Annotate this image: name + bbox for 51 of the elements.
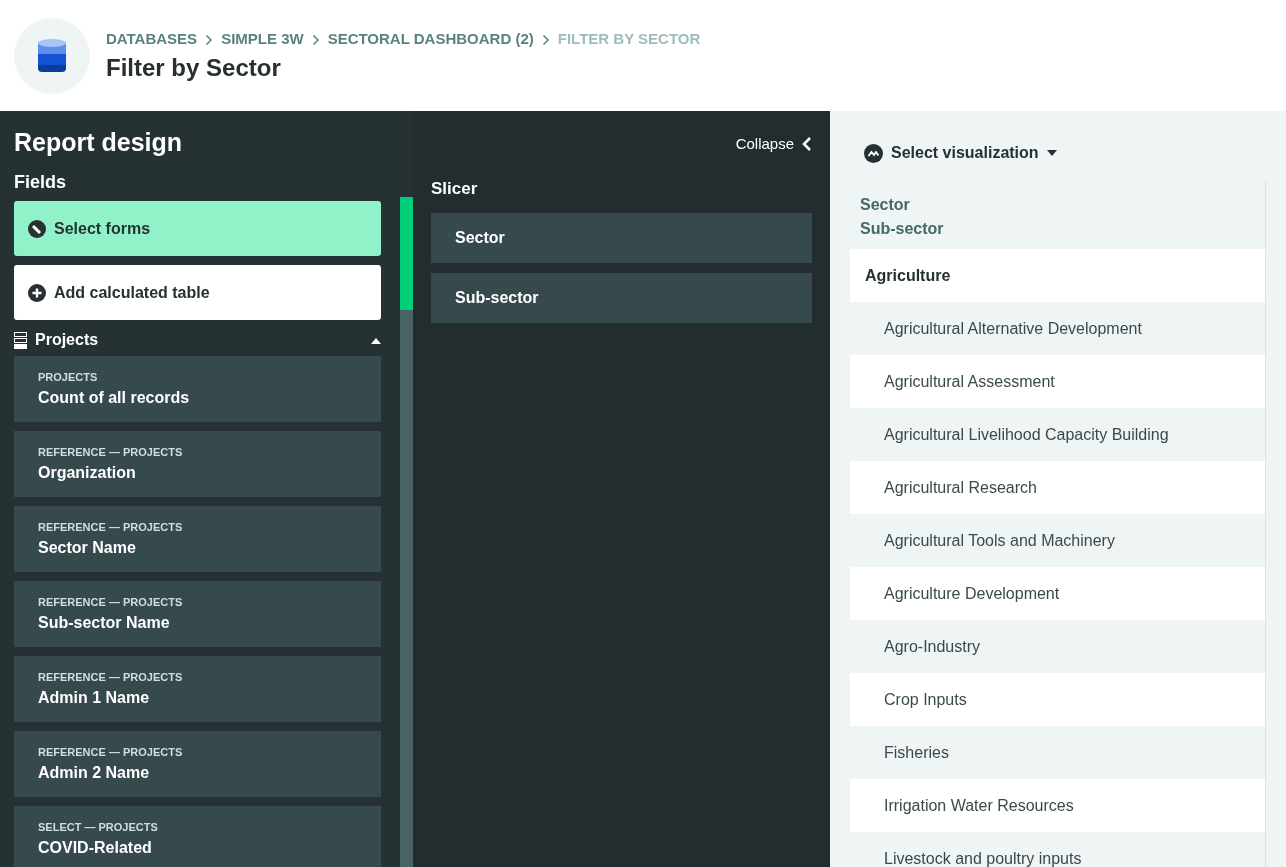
table-row: Irrigation Water Resources [850, 779, 1265, 832]
chart-icon [864, 143, 883, 163]
field-card[interactable]: REFERENCE — PROJECTS Admin 1 Name [14, 656, 381, 722]
field-name: Sub-sector Name [38, 612, 171, 633]
visualization-dropdown[interactable]: Select visualization [850, 141, 1071, 165]
slicer-field[interactable]: Sub-sector [431, 273, 812, 323]
slicer-field[interactable]: Sector [431, 213, 812, 263]
table-row: Agricultural Research [850, 461, 1265, 514]
table-row: Crop Inputs [850, 673, 1265, 726]
add-table-button[interactable]: Add calculated table [14, 265, 381, 320]
field-source: REFERENCE — PROJECTS [38, 445, 184, 460]
page-title: Filter by Sector [106, 54, 282, 84]
dimension-label: Sub-sector [860, 219, 945, 239]
section-heading: Slicer [431, 177, 479, 200]
field-name: Sector Name [38, 537, 137, 558]
field-source: REFERENCE — PROJECTS [38, 745, 184, 760]
field-name: Count of all records [38, 387, 191, 408]
section-heading: Fields [14, 171, 67, 194]
field-source: PROJECTS [38, 370, 99, 385]
breadcrumb-link[interactable]: SECTORAL DASHBOARD (2) [327, 27, 534, 51]
field-card[interactable]: REFERENCE — PROJECTS Sector Name [14, 506, 381, 572]
field-name: Admin 2 Name [38, 762, 151, 783]
group-label[interactable]: Projects [35, 328, 363, 352]
field-source: REFERENCE — PROJECTS [38, 670, 184, 685]
panel-title: Report design [14, 127, 184, 157]
scrollbar[interactable] [400, 197, 413, 867]
group-row: Agriculture [850, 249, 1265, 302]
chevron-left-icon [802, 136, 812, 153]
collapse-button[interactable]: Collapse [735, 133, 812, 156]
field-card[interactable]: REFERENCE — PROJECTS Sub-sector Name [14, 581, 381, 647]
breadcrumb-link[interactable]: DATABASES [106, 27, 198, 51]
field-card[interactable]: PROJECTS Count of all records [14, 356, 381, 422]
breadcrumb-link[interactable]: SIMPLE 3W [221, 27, 304, 51]
scrollbar-thumb[interactable] [400, 197, 413, 310]
field-card[interactable]: REFERENCE — PROJECTS Organization [14, 431, 381, 497]
field-card[interactable]: REFERENCE — PROJECTS Admin 2 Name [14, 731, 381, 797]
select-forms-button[interactable]: Select forms [14, 201, 381, 256]
field-name: Organization [38, 462, 137, 483]
field-source: REFERENCE — PROJECTS [38, 520, 184, 535]
table-icon [14, 331, 27, 349]
plus-icon [28, 283, 46, 302]
caret-icon [1046, 150, 1057, 156]
field-source: SELECT — PROJECTS [38, 820, 159, 835]
field-name: COVID-Related [38, 837, 153, 858]
field-source: REFERENCE — PROJECTS [38, 595, 184, 610]
table-row: Agricultural Assessment [850, 355, 1265, 408]
table-row: Agriculture Development [850, 567, 1265, 620]
pencil-icon [28, 219, 46, 238]
field-card[interactable]: SELECT — PROJECTS COVID-Related [14, 806, 381, 867]
dimension-label: Sector [860, 195, 911, 215]
field-name: Admin 1 Name [38, 687, 151, 708]
